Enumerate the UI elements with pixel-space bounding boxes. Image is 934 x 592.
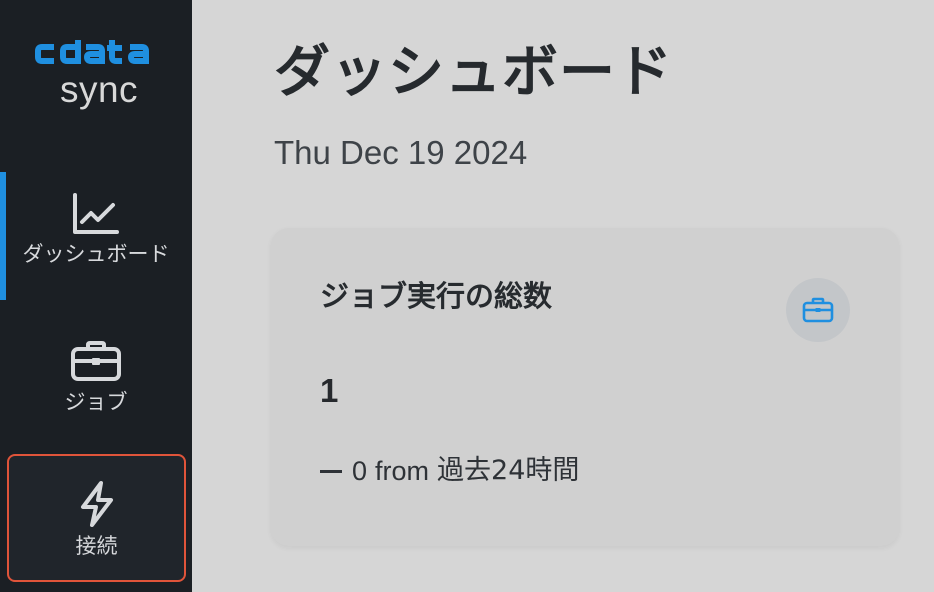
briefcase-icon bbox=[71, 341, 121, 381]
product-name: sync bbox=[59, 69, 139, 110]
job-runs-card[interactable]: ジョブ実行の総数 1 0 from 過去24時間 bbox=[271, 228, 899, 546]
card-icon-badge bbox=[786, 278, 850, 342]
cdata-logo-icon bbox=[35, 40, 149, 64]
sidebar-item-label: ダッシュボード bbox=[22, 242, 170, 266]
card-change: 0 from 過去24時間 bbox=[320, 454, 579, 488]
card-value: 1 bbox=[320, 372, 339, 409]
line-chart-icon bbox=[73, 193, 119, 234]
change-period: 過去24時間 bbox=[437, 455, 580, 486]
sidebar: sync ダッシュボード ジョブ 接続 bbox=[0, 0, 192, 592]
main-content: ダッシュボード Thu Dec 19 2024 ジョブ実行の総数 1 0 fro… bbox=[192, 0, 934, 592]
page-date: Thu Dec 19 2024 bbox=[274, 134, 528, 171]
briefcase-icon bbox=[802, 297, 834, 323]
change-from-text: from bbox=[375, 456, 430, 486]
sidebar-item-label: 接続 bbox=[75, 534, 118, 558]
page-title: ダッシュボード bbox=[274, 40, 673, 105]
sidebar-item-label: ジョブ bbox=[64, 390, 128, 414]
sidebar-item-dashboard[interactable]: ダッシュボード bbox=[0, 172, 192, 300]
no-change-dash-icon bbox=[320, 469, 342, 473]
card-title: ジョブ実行の総数 bbox=[320, 279, 553, 313]
active-indicator bbox=[0, 172, 6, 300]
sidebar-item-jobs[interactable]: ジョブ bbox=[0, 340, 192, 414]
change-value: 0 bbox=[352, 456, 368, 486]
sidebar-item-connections[interactable]: 接続 bbox=[7, 454, 186, 582]
lightning-icon bbox=[80, 481, 113, 527]
app-logo[interactable]: sync bbox=[0, 38, 192, 110]
